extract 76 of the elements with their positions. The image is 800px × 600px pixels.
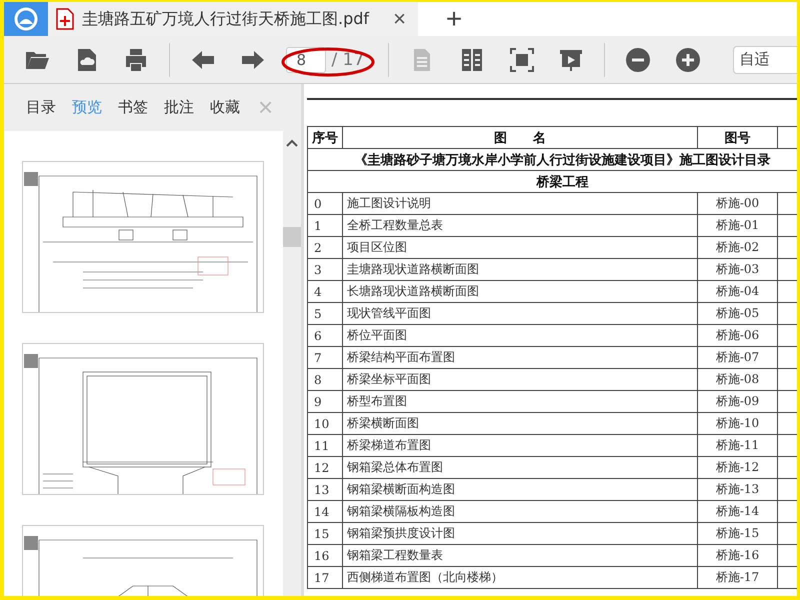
table-cell: 钢箱梁横隔板构造图 — [342, 500, 698, 522]
table-cell: 桥梁坐标平面图 — [342, 368, 698, 390]
table-cell: 桥施-11 — [698, 434, 778, 456]
table-cell: 钢箱梁预拱度设计图 — [342, 522, 698, 544]
table-cell: 桥施-00 — [698, 192, 778, 214]
table-cell: 17 — [308, 566, 342, 588]
table-cell: 14 — [308, 500, 342, 522]
table-cell: 钢箱梁总体布置图 — [342, 456, 698, 478]
table-cell: 施工图设计说明 — [342, 192, 698, 214]
table-cell: 桥施-08 — [698, 368, 778, 390]
table-cell: 4 — [308, 280, 342, 302]
sidebar-tab[interactable]: 批注 — [164, 98, 194, 117]
table-cell: 桥施-07 — [698, 346, 778, 368]
page-thumbnail[interactable] — [22, 343, 264, 495]
zoom-out-icon — [624, 46, 651, 72]
sidebar-tab[interactable]: 收藏 — [210, 98, 240, 117]
table-cell: 现状管线平面图 — [342, 302, 698, 324]
table-cell: 3 — [308, 258, 342, 280]
table-cell: 1 — [308, 214, 342, 236]
table-title: 《圭塘路砂子塘万境水岸小学前人行过街设施建设项目》施工图设计目录 — [354, 152, 770, 168]
sidebar-tab[interactable]: 书签 — [118, 98, 148, 117]
close-tab-button[interactable]: × — [389, 6, 410, 32]
table-cell: 长塘路现状道路横断面图 — [342, 280, 698, 302]
table-cell: 6 — [308, 324, 342, 346]
table-cell: 5 — [308, 302, 342, 324]
page-thumbnail[interactable] — [22, 161, 264, 313]
table-cell: 桥施-06 — [698, 324, 778, 346]
zoom-in-icon — [674, 46, 701, 72]
table-cell: 桥施-12 — [698, 456, 778, 478]
table-cell: 桥梁横断面图 — [342, 412, 698, 434]
table-cell: 桥位平面图 — [342, 324, 698, 346]
table-cell: 8 — [308, 368, 342, 390]
table-cell: 全桥工程数量总表 — [342, 214, 698, 236]
table-cell: 桥施-04 — [698, 280, 778, 302]
table-cell: 桥施-05 — [698, 302, 778, 324]
table-cell: 12 — [308, 456, 342, 478]
scrollbar-thumb[interactable] — [283, 227, 301, 247]
table-cell: 0 — [308, 192, 342, 214]
table-cell: 桥施-03 — [698, 258, 778, 280]
table-cell: 7 — [308, 346, 342, 368]
table-cell: 圭塘路现状道路横断面图 — [342, 258, 698, 280]
section-heading: 桥梁工程 — [536, 174, 588, 190]
table-cell: 9 — [308, 390, 342, 412]
table-cell: 桥施-10 — [698, 412, 778, 434]
table-cell: 2 — [308, 236, 342, 258]
tab-title: 圭塘路五矿万境人行过街天桥施工图.pdf — [82, 8, 370, 30]
table-cell: 西侧梯道布置图（北向楼梯） — [342, 566, 698, 588]
fullscreen-icon — [508, 46, 535, 72]
column-header: 图 名 — [342, 126, 698, 148]
table-cell: 钢箱梁工程数量表 — [342, 544, 698, 566]
pdf-file-icon — [56, 8, 74, 30]
table-cell: 桥梁梯道布置图 — [342, 434, 698, 456]
table-cell: 桥施-02 — [698, 236, 778, 258]
table-cell: 桥型布置图 — [342, 390, 698, 412]
table-cell: 桥施-14 — [698, 500, 778, 522]
column-header: 图号 — [698, 126, 778, 148]
app-logo-icon — [4, 2, 48, 36]
table-cell: 13 — [308, 478, 342, 500]
table-cell: 项目区位图 — [342, 236, 698, 258]
table-cell: 桥施-09 — [698, 390, 778, 412]
column-header: 序号 — [308, 126, 342, 148]
sidebar-tab[interactable]: 目录 — [26, 98, 56, 117]
table-cell: 桥施-15 — [698, 522, 778, 544]
table-cell: 10 — [308, 412, 342, 434]
document-tab[interactable]: 圭塘路五矿万境人行过街天桥施工图.pdf × — [48, 2, 418, 36]
table-cell: 桥施-16 — [698, 544, 778, 566]
table-cell: 桥施-01 — [698, 214, 778, 236]
table-cell: 桥施-13 — [698, 478, 778, 500]
scroll-up-icon[interactable] — [286, 139, 298, 147]
table-cell: 11 — [308, 434, 342, 456]
zoom-dropdown[interactable]: 自适 — [732, 46, 797, 74]
table-cell: 钢箱梁横断面构造图 — [342, 478, 698, 500]
table-cell: 16 — [308, 544, 342, 566]
table-cell: 15 — [308, 522, 342, 544]
table-cell: 桥施-17 — [698, 566, 778, 588]
table-cell: 桥梁结构平面布置图 — [342, 346, 698, 368]
